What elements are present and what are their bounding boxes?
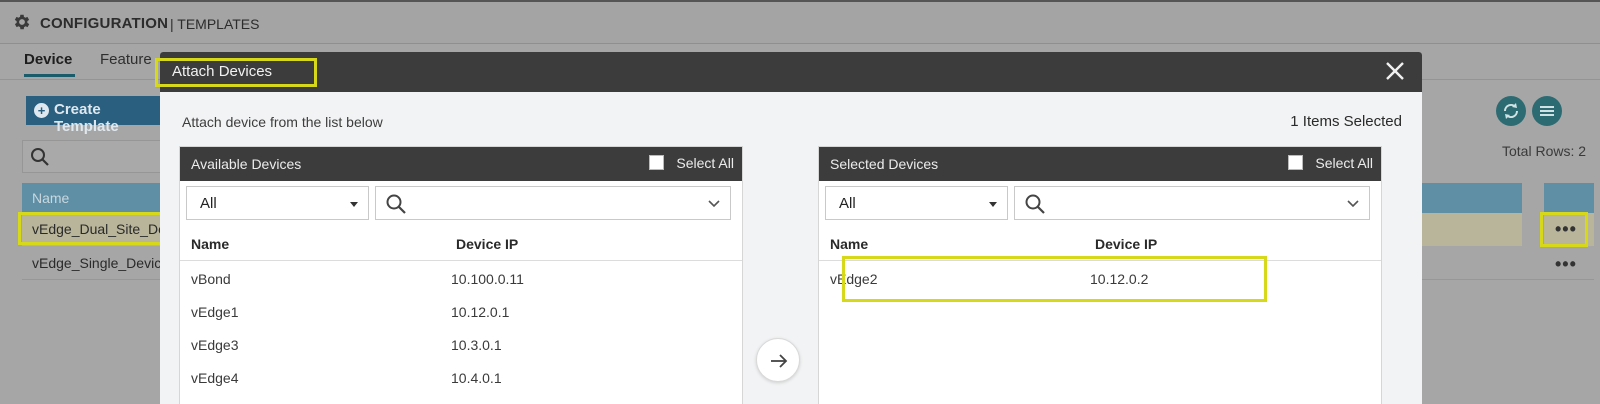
column-header-device-ip[interactable]: Device IP [456,236,518,252]
device-name[interactable]: vEdge3 [191,337,238,353]
device-filter-select[interactable]: All [186,186,369,220]
device-search-input[interactable] [375,186,731,220]
attach-devices-dialog: Attach Devices Attach device from the li… [160,52,1422,404]
refresh-icon [1503,103,1519,119]
plus-icon: + [34,103,49,118]
select-all-label: Select All [1315,155,1373,171]
filter-value: All [839,195,856,212]
chevron-down-icon[interactable] [1346,197,1360,211]
top-bar: CONFIGURATION | TEMPLATES [0,0,1600,44]
tab-device[interactable]: Device [24,51,72,68]
panel-header: Available Devices Select All [180,147,742,181]
tab-feature[interactable]: Feature [100,51,152,68]
caret-down-icon [350,202,358,207]
search-icon [1025,194,1045,214]
caret-down-icon [989,202,997,207]
move-to-selected-button[interactable] [756,338,800,382]
page-title: CONFIGURATION [40,15,169,32]
device-search-input[interactable] [1014,186,1370,220]
close-icon[interactable] [1382,58,1408,84]
device-filter-select[interactable]: All [825,186,1008,220]
create-template-button[interactable]: + Create Template [26,96,166,135]
device-name[interactable]: vEdge4 [191,370,238,386]
search-icon [386,194,406,214]
available-devices-panel: Available Devices Select All All Name De… [179,146,743,404]
search-icon [31,148,49,166]
panel-header: Selected Devices Select All [819,147,1381,181]
select-all-checkbox[interactable]: Select All [649,155,734,171]
total-rows-count: Total Rows: 2 [1502,143,1587,159]
device-name[interactable]: vEdge1 [191,304,238,320]
checkbox-icon[interactable] [649,155,665,170]
device-name[interactable]: vBond [191,271,231,287]
gear-icon [14,14,30,30]
dialog-instruction: Attach device from the list below [182,114,383,130]
chevron-down-icon[interactable] [707,197,721,211]
highlight-box [1540,212,1588,247]
device-ip: 10.100.0.11 [451,271,524,287]
row-actions-more-icon[interactable]: ••• [1555,254,1577,275]
device-ip: 10.4.0.1 [451,370,502,386]
checkbox-icon[interactable] [1288,155,1304,170]
device-ip: 10.3.0.1 [451,337,502,353]
dialog-body: Attach device from the list below 1 Item… [160,92,1422,404]
arrow-right-icon [771,354,788,368]
page-subtitle: | TEMPLATES [170,16,260,32]
panel-title: Selected Devices [830,156,939,172]
panel-title: Available Devices [191,156,302,172]
templates-table-header-actions [1544,183,1594,213]
column-header-name: Name [32,190,70,206]
column-header-name[interactable]: Name [830,236,868,252]
hamburger-icon [1540,106,1554,116]
device-ip: 10.12.0.1 [451,304,510,320]
select-all-checkbox[interactable]: Select All [1288,155,1373,171]
filter-value: All [200,195,217,212]
divider [180,260,742,261]
highlight-box [842,256,1267,302]
refresh-button[interactable] [1496,96,1526,126]
items-selected-count: 1 Items Selected [1290,113,1402,130]
column-header-name[interactable]: Name [191,236,229,252]
menu-button[interactable] [1532,96,1562,126]
highlight-box [155,58,317,87]
select-all-label: Select All [676,155,734,171]
tab-active-underline [24,74,75,77]
dialog-header: Attach Devices [160,52,1422,92]
create-template-label: Create Template [54,101,119,135]
template-search-input[interactable] [22,140,172,173]
highlight-box [18,212,168,245]
template-name[interactable]: vEdge_Single_Device [32,255,169,271]
column-header-device-ip[interactable]: Device IP [1095,236,1157,252]
